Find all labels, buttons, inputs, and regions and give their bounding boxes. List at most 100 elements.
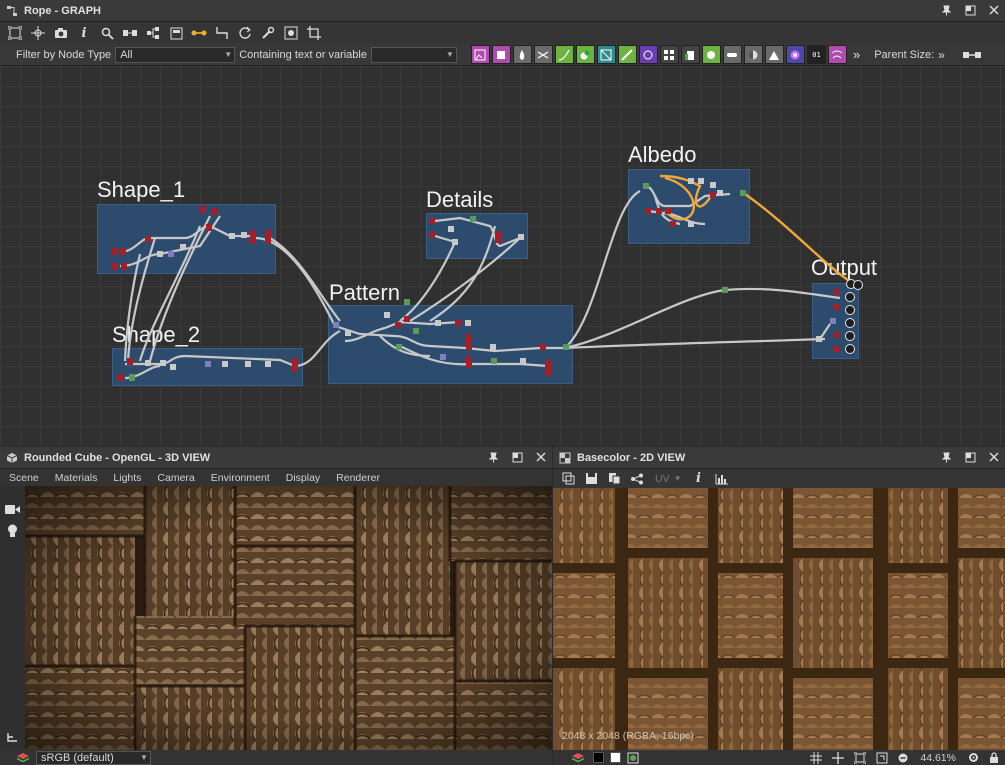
levels-icon[interactable]: [680, 45, 700, 64]
zoom-level[interactable]: 44.61%: [920, 752, 956, 764]
info-icon[interactable]: i: [688, 469, 710, 489]
menu-renderer[interactable]: Renderer: [328, 472, 388, 484]
channels-icon[interactable]: [627, 752, 639, 764]
switch-icon[interactable]: [722, 45, 742, 64]
maximize-icon[interactable]: [963, 450, 977, 464]
chevron-down-icon: ▼: [446, 50, 454, 59]
graph-toolbar: i: [0, 22, 1005, 44]
maximize-icon[interactable]: [510, 450, 524, 464]
warp-icon[interactable]: [596, 45, 616, 64]
maximize-icon[interactable]: [963, 3, 977, 17]
node-type-select[interactable]: All ▼: [115, 46, 236, 63]
parent-size-chevron[interactable]: »: [938, 48, 945, 62]
info-icon[interactable]: i: [73, 23, 95, 43]
filter-node-type-label: Filter by Node Type: [16, 48, 112, 61]
light-bulb-icon[interactable]: [7, 524, 18, 541]
menu-environment[interactable]: Environment: [203, 472, 278, 484]
refresh-icon[interactable]: [234, 23, 256, 43]
crop-icon[interactable]: [303, 23, 325, 43]
camera-icon[interactable]: [50, 23, 72, 43]
link-mode-icon[interactable]: [188, 23, 210, 43]
curve-icon[interactable]: [554, 45, 574, 64]
pin-icon[interactable]: [939, 3, 953, 17]
copy-icon[interactable]: [603, 469, 625, 489]
pin-icon[interactable]: [486, 450, 500, 464]
menu-lights[interactable]: Lights: [105, 472, 149, 484]
graph-panel-title: Rope - GRAPH: [24, 4, 101, 17]
view3d-viewport[interactable]: [25, 486, 552, 750]
search-icon[interactable]: [96, 23, 118, 43]
graph-canvas[interactable]: Shape_1 Shape_2 Details Pattern Albedo O…: [0, 66, 1005, 446]
view2d-viewport[interactable]: 2048 x 2048 (RGBA, 16bpc): [553, 488, 1005, 750]
uniform-color-icon[interactable]: [512, 45, 532, 64]
uv-label: UV: [655, 472, 670, 485]
colorspace-value: sRGB (default): [41, 751, 114, 764]
transform-tool-icon[interactable]: [832, 751, 845, 764]
tile-icon[interactable]: [659, 45, 679, 64]
grayscale-icon[interactable]: [743, 45, 763, 64]
fit-view-icon[interactable]: [4, 23, 26, 43]
close-icon[interactable]: [987, 450, 1001, 464]
menu-materials[interactable]: Materials: [47, 472, 106, 484]
fx-map-icon[interactable]: 01: [806, 45, 826, 64]
parent-size-label: Parent Size:: [874, 48, 935, 61]
chevron-down-icon: ▼: [224, 50, 233, 59]
layers-icon[interactable]: [571, 752, 585, 764]
atomic-nodes-bar: 01: [470, 45, 849, 64]
chevron-down-icon: ▼: [673, 474, 682, 483]
fit-icon[interactable]: [854, 751, 867, 764]
svg-node-icon[interactable]: [491, 45, 511, 64]
rope-3d-render: [25, 486, 552, 750]
graph-panel-title-bar: Rope - GRAPH: [0, 0, 1005, 22]
graph-layout-icon[interactable]: [142, 23, 164, 43]
copy-view-icon[interactable]: [557, 469, 579, 489]
histogram-icon[interactable]: [711, 469, 733, 489]
background-white-swatch[interactable]: [610, 752, 621, 763]
view3d-statusbar: sRGB (default) ▼: [0, 750, 552, 765]
view3d-menubar: Scene Materials Lights Camera Environmen…: [0, 469, 552, 487]
hierarchy-icon[interactable]: [7, 732, 18, 746]
close-icon[interactable]: [534, 450, 548, 464]
save-icon[interactable]: [580, 469, 602, 489]
graph-icon: [6, 5, 18, 17]
blend-icon[interactable]: [575, 45, 595, 64]
export-icon[interactable]: [280, 23, 302, 43]
normal-icon[interactable]: [827, 45, 847, 64]
grid-icon[interactable]: [810, 751, 823, 764]
share-node-icon[interactable]: [626, 469, 648, 489]
gradient-map-icon[interactable]: [617, 45, 637, 64]
menu-camera[interactable]: Camera: [149, 472, 202, 484]
pan-icon[interactable]: [27, 23, 49, 43]
settings-gear-icon[interactable]: [968, 752, 979, 763]
frame-icon[interactable]: [165, 23, 187, 43]
close-icon[interactable]: [987, 3, 1001, 17]
pixel-processor-icon[interactable]: [785, 45, 805, 64]
view3d-side-toolbar: [0, 486, 25, 750]
filter-text-input[interactable]: ▼: [370, 46, 457, 63]
video-camera-icon[interactable]: [5, 504, 20, 518]
actual-size-icon[interactable]: [876, 752, 888, 764]
uv-dropdown[interactable]: UV ▼: [655, 473, 682, 485]
connector-icon[interactable]: [211, 23, 233, 43]
zoom-out-icon[interactable]: [898, 753, 908, 763]
view3d-title-bar: Rounded Cube - OpenGL - 3D VIEW: [0, 447, 552, 469]
menu-display[interactable]: Display: [278, 472, 328, 484]
align-nodes-icon[interactable]: [119, 23, 141, 43]
layers-icon[interactable]: [16, 752, 30, 764]
toolbar-overflow-chevron[interactable]: »: [853, 47, 860, 62]
graph-filter-bar: Filter by Node Type All ▼ Containing tex…: [0, 44, 1005, 66]
histogram-icon[interactable]: [764, 45, 784, 64]
view2d-statusbar: 44.61%: [553, 750, 1005, 765]
transform-icon[interactable]: [533, 45, 553, 64]
graph-options-icon[interactable]: [962, 50, 981, 60]
chevron-down-icon: ▼: [140, 753, 148, 762]
tools-icon[interactable]: [257, 23, 279, 43]
bitmap-node-icon[interactable]: [470, 45, 490, 64]
hsl-icon[interactable]: [701, 45, 721, 64]
lock-icon[interactable]: [989, 752, 999, 763]
shape-icon[interactable]: [638, 45, 658, 64]
pin-icon[interactable]: [939, 450, 953, 464]
colorspace-select[interactable]: sRGB (default) ▼: [36, 750, 151, 765]
menu-scene[interactable]: Scene: [1, 472, 47, 484]
background-black-swatch[interactable]: [593, 752, 604, 763]
